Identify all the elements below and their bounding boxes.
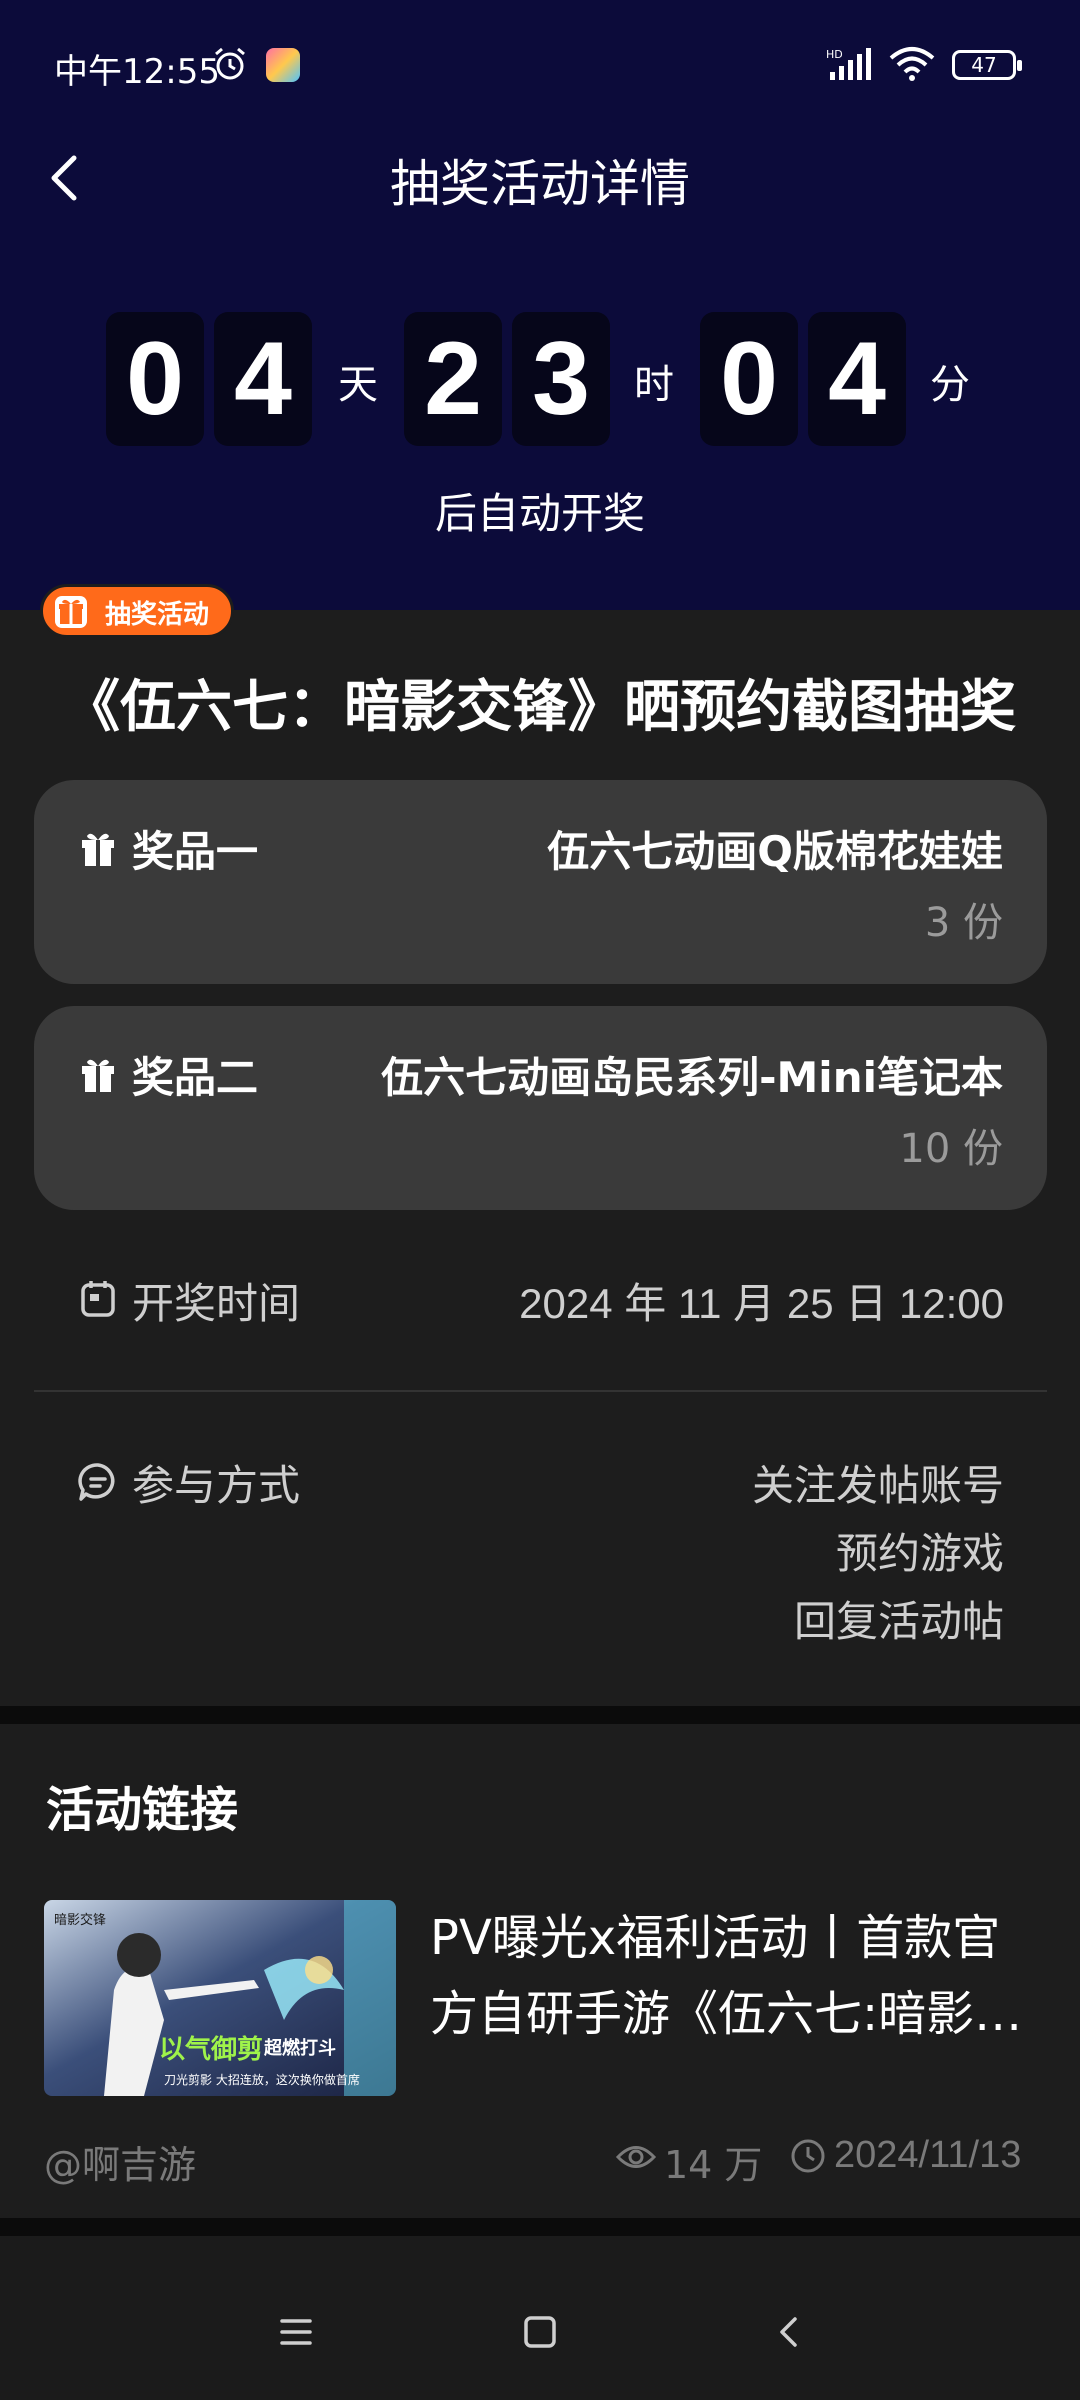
event-tag: 抽奖活动 [40, 584, 234, 638]
eye-icon [616, 2146, 656, 2168]
thumb-caption: 刀光剪影 大招连放，这次换你做首席 [164, 2072, 360, 2087]
event-tag-label: 抽奖活动 [105, 600, 210, 630]
countdown-minute-digit: 4 [808, 312, 906, 446]
comment-icon [78, 1463, 115, 1501]
countdown-day-digit: 0 [106, 312, 204, 446]
wifi-icon [889, 47, 935, 81]
join-method-item: 回复活动帖 [793, 1597, 1004, 1646]
battery-icon: 47 [952, 50, 1022, 80]
draw-time-value: 2024 年 11 月 25 日 12:00 [519, 1280, 1004, 1327]
article-thumbnail-image: 暗影交锋 以气御剪 超燃打斗 刀光剪影 大招连放，这次换你做首席 [44, 1900, 396, 2096]
page-title: 抽奖活动详情 [390, 155, 690, 213]
countdown-hour-digit: 3 [512, 312, 610, 446]
home-icon[interactable] [518, 2310, 562, 2354]
event-title: 《伍六七：暗影交锋》晒预约截图抽奖 [64, 675, 1016, 740]
draw-time-label: 开奖时间 [132, 1279, 301, 1328]
status-time: 中午12:55 [54, 52, 220, 92]
article-title[interactable]: PV曝光x福利活动丨首款官方自研手游《伍六七:暗影… [430, 1900, 1040, 2052]
activity-links-title: 活动链接 [46, 1782, 239, 1838]
prize-label: 奖品一 [132, 827, 259, 876]
thumb-subline: 超燃打斗 [264, 2037, 336, 2059]
countdown: 0 4 天 2 3 时 0 4 分 [0, 312, 1080, 446]
article-author[interactable]: @啊吉游 [44, 2134, 196, 2189]
signal-icon: HD [826, 48, 871, 80]
prize-card: 奖品二 伍六七动画岛民系列-Mini笔记本 10 份 [34, 1006, 1047, 1210]
article-views: 14 万 [664, 2143, 763, 2187]
countdown-day-digit: 4 [214, 312, 312, 446]
alarm-icon [215, 47, 245, 80]
status-bar: 中午12:55 HD 47 [0, 0, 1080, 130]
prize-name: 伍六七动画岛民系列-Mini笔记本 [381, 1053, 1003, 1102]
svg-text:HD: HD [826, 48, 843, 61]
section-separator [0, 1706, 1080, 1724]
gift-icon [55, 596, 87, 628]
calendar-icon [81, 1281, 115, 1317]
clock-icon [791, 2139, 825, 2173]
gift-icon [82, 1059, 114, 1092]
prize-quantity: 10 份 [899, 1126, 1003, 1172]
article-thumbnail[interactable]: 暗影交锋 以气御剪 超燃打斗 刀光剪影 大招连放，这次换你做首席 [44, 1900, 396, 2096]
join-method-item: 预约游戏 [835, 1529, 1004, 1578]
thumb-headline: 以气御剪 [159, 2034, 263, 2065]
countdown-minute-digit: 0 [700, 312, 798, 446]
join-method-label: 参与方式 [132, 1461, 301, 1510]
section-separator [0, 2218, 1080, 2236]
menu-icon[interactable] [274, 2310, 318, 2354]
countdown-minute-unit: 分 [930, 362, 970, 408]
thumb-brand: 暗影交锋 [54, 1912, 106, 1928]
nav-back-icon[interactable] [768, 2310, 812, 2354]
article-date: 2024/11/13 [834, 2134, 1022, 2176]
countdown-caption: 后自动开奖 [434, 489, 645, 538]
countdown-hour-unit: 时 [634, 362, 674, 408]
prize-label: 奖品二 [132, 1053, 259, 1102]
prize-quantity: 3 份 [924, 900, 1003, 946]
gift-icon [82, 833, 114, 866]
prize-name: 伍六七动画Q版棉花娃娃 [547, 827, 1003, 876]
countdown-day-unit: 天 [338, 362, 378, 408]
join-method-item: 关注发帖账号 [751, 1461, 1004, 1510]
countdown-hour-digit: 2 [404, 312, 502, 446]
divider [34, 1390, 1047, 1392]
game-app-icon [266, 48, 300, 82]
prize-card: 奖品一 伍六七动画Q版棉花娃娃 3 份 [34, 780, 1047, 984]
